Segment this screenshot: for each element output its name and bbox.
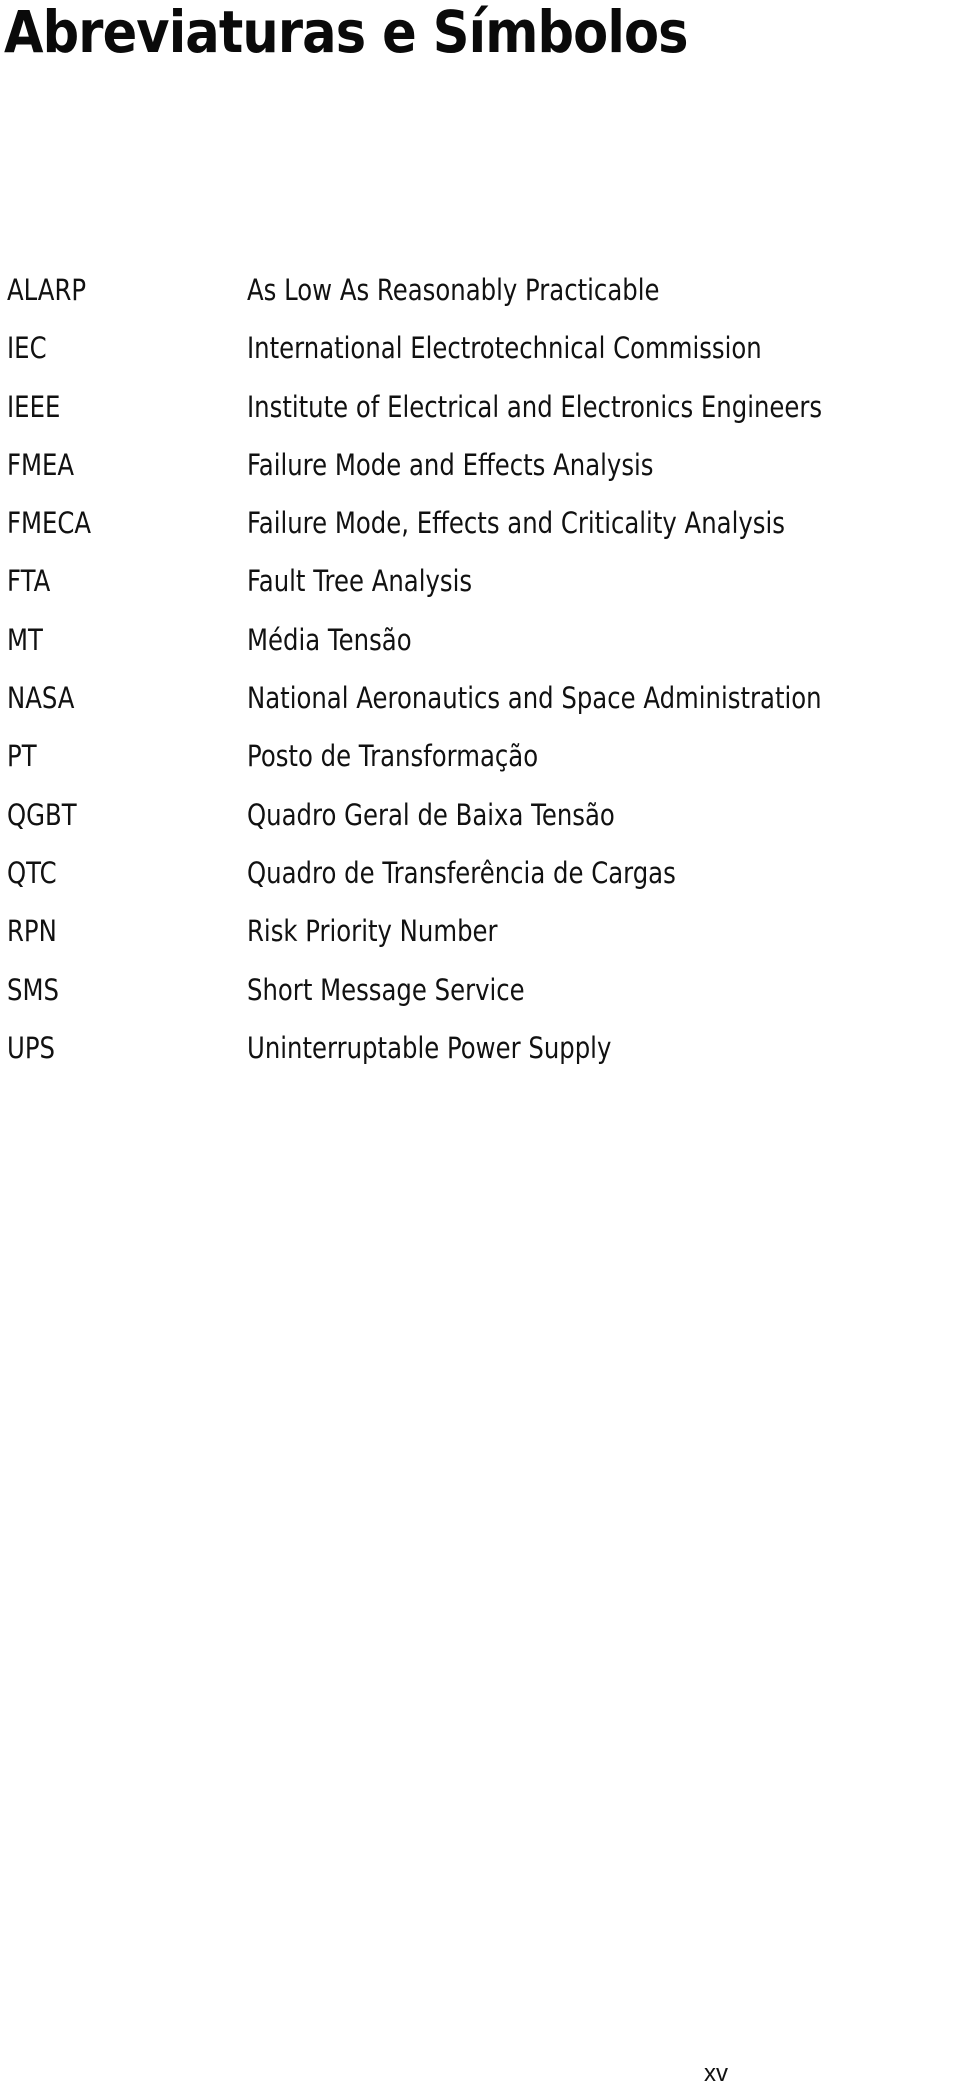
page-number: xv	[704, 2060, 728, 2087]
page-title: Abreviaturas e Símbolos	[4, 0, 689, 66]
abbreviation-row: QGBT Quadro Geral de Baixa Tensão	[0, 795, 960, 853]
abbreviation-term: SMS	[7, 972, 59, 1007]
abbreviation-definition: Quadro de Transferência de Cargas	[247, 855, 676, 890]
abbreviation-definition: Failure Mode, Effects and Criticality An…	[247, 506, 785, 541]
abbreviation-definition: Uninterruptable Power Supply	[247, 1030, 612, 1065]
abbreviation-row: IEC International Electrotechnical Commis…	[0, 328, 960, 386]
abbreviation-definition: National Aeronautics and Space Administr…	[247, 681, 822, 716]
abbreviation-term: RPN	[7, 914, 57, 949]
abbreviation-row: NASA National Aeronautics and Space Admin…	[0, 678, 960, 736]
abbreviation-definition: As Low As Reasonably Practicable	[247, 273, 660, 307]
abbreviation-row: FMEA Failure Mode and Effects Analysis	[0, 445, 960, 503]
abbreviation-row: MT Média Tensão	[0, 620, 960, 678]
abbreviation-term: FTA	[7, 564, 51, 599]
abbreviation-definition: Média Tensão	[247, 622, 412, 657]
abbreviation-row: FTA Fault Tree Analysis	[0, 561, 960, 619]
abbreviation-definition: Failure Mode and Effects Analysis	[247, 447, 654, 482]
abbreviation-definition: Fault Tree Analysis	[247, 564, 473, 599]
abbreviation-term: FMEA	[7, 447, 75, 482]
abbreviation-row: ALARP As Low As Reasonably Practicable	[0, 270, 960, 328]
abbreviation-row: QTC Quadro de Transferência de Cargas	[0, 853, 960, 911]
abbreviation-term: ALARP	[7, 273, 87, 307]
abbreviation-row: UPS Uninterruptable Power Supply	[0, 1028, 960, 1086]
abbreviation-definition: Risk Priority Number	[247, 914, 498, 949]
abbreviation-definition: Quadro Geral de Baixa Tensão	[247, 797, 615, 832]
abbreviation-term: IEEE	[7, 389, 61, 424]
abbreviation-definition: International Electrotechnical Commissio…	[247, 331, 762, 366]
abbreviation-term: QTC	[7, 855, 57, 890]
abbreviation-definition: Short Message Service	[247, 972, 525, 1007]
abbreviation-definition: Posto de Transformação	[247, 739, 539, 774]
abbreviation-term: QGBT	[7, 797, 77, 832]
abbreviation-row: SMS Short Message Service	[0, 970, 960, 1028]
abbreviation-row: PT Posto de Transformação	[0, 736, 960, 794]
abbreviation-term: NASA	[7, 681, 75, 716]
abbreviation-definition: Institute of Electrical and Electronics …	[247, 389, 823, 424]
abbreviation-list: ALARP As Low As Reasonably Practicable IE…	[0, 270, 960, 1086]
abbreviation-row: FMECA Failure Mode, Effects and Criticali…	[0, 503, 960, 561]
abbreviation-row: RPN Risk Priority Number	[0, 911, 960, 969]
abbreviation-term: FMECA	[7, 506, 92, 541]
abbreviation-term: UPS	[7, 1030, 55, 1065]
abbreviation-term: PT	[7, 739, 37, 774]
abbreviation-row: IEEE Institute of Electrical and Electron…	[0, 387, 960, 445]
abbreviation-term: MT	[7, 622, 43, 657]
abbreviation-term: IEC	[7, 331, 47, 366]
